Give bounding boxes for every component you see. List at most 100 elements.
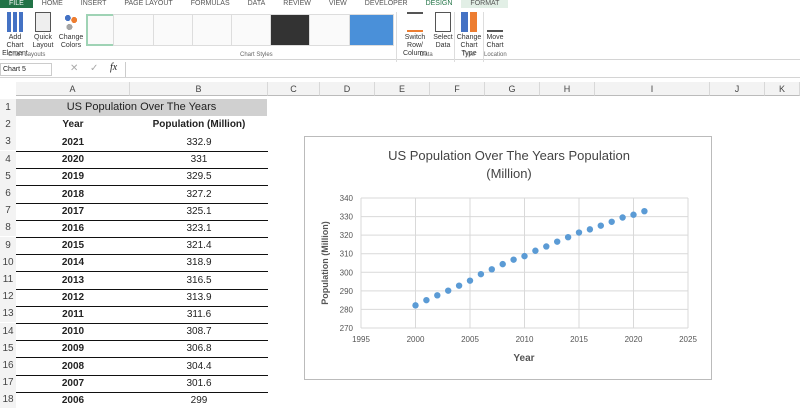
column-header-e[interactable]: E — [375, 82, 430, 96]
population-cell[interactable]: 318.9 — [130, 254, 268, 271]
row-header[interactable]: 1 — [0, 99, 16, 116]
data-point[interactable] — [543, 243, 550, 250]
row-header[interactable]: 5 — [0, 167, 16, 185]
row-header[interactable]: 11 — [0, 271, 16, 288]
data-point[interactable] — [521, 252, 528, 260]
header-year[interactable]: Year — [16, 116, 130, 133]
row-header[interactable]: 12 — [0, 288, 16, 306]
data-point[interactable] — [445, 287, 452, 294]
chart-title-line2[interactable]: (Million) — [486, 166, 532, 181]
data-point[interactable] — [575, 229, 583, 236]
column-header-j[interactable]: J — [710, 82, 765, 96]
chart-style-8[interactable] — [349, 14, 394, 46]
data-point[interactable] — [586, 226, 594, 233]
population-cell[interactable]: 311.6 — [130, 306, 268, 323]
chart-style-7[interactable] — [309, 14, 354, 46]
population-cell[interactable]: 301.6 — [130, 375, 268, 392]
data-point[interactable] — [532, 247, 539, 254]
change-colors-button[interactable]: Change Colors — [58, 12, 84, 50]
data-point[interactable] — [412, 302, 419, 309]
tab-design[interactable]: DESIGN — [416, 0, 462, 8]
chart-style-2[interactable] — [113, 14, 158, 46]
population-cell[interactable]: 331 — [130, 151, 268, 168]
data-point[interactable] — [434, 292, 441, 299]
row-header[interactable]: 16 — [0, 357, 16, 374]
year-cell[interactable]: 2007 — [16, 375, 130, 392]
move-chart-button[interactable]: Move Chart — [484, 12, 506, 50]
row-header[interactable]: 6 — [0, 185, 16, 202]
tab-developer[interactable]: DEVELOPER — [356, 0, 417, 8]
chart-title[interactable]: US Population Over The Years Population — [388, 148, 630, 163]
year-cell[interactable]: 2019 — [16, 168, 130, 185]
column-header-b[interactable]: B — [130, 82, 268, 96]
column-header-d[interactable]: D — [320, 82, 375, 96]
data-point[interactable] — [499, 260, 506, 268]
column-header-c[interactable]: C — [268, 82, 320, 96]
year-cell[interactable]: 2009 — [16, 340, 130, 357]
population-cell[interactable]: 332.9 — [130, 134, 268, 151]
row-header[interactable]: 7 — [0, 202, 16, 220]
row-header[interactable]: 3 — [0, 133, 16, 151]
column-header-h[interactable]: H — [540, 82, 595, 96]
population-cell[interactable]: 299 — [130, 392, 268, 409]
year-cell[interactable]: 2016 — [16, 220, 130, 237]
data-point[interactable] — [477, 270, 485, 278]
data-point[interactable] — [488, 266, 495, 273]
row-header[interactable]: 4 — [0, 150, 16, 168]
row-header[interactable]: 8 — [0, 219, 16, 237]
sheet-title-cell[interactable]: US Population Over The Years — [16, 99, 267, 116]
year-cell[interactable]: 2013 — [16, 272, 130, 289]
tab-page-layout[interactable]: PAGE LAYOUT — [115, 0, 181, 8]
tab-format[interactable]: FORMAT — [461, 0, 509, 8]
year-cell[interactable]: 2020 — [16, 151, 130, 168]
select-data-button[interactable]: Select Data — [432, 12, 454, 50]
population-cell[interactable]: 306.8 — [130, 340, 268, 357]
tab-file[interactable]: FILE — [0, 0, 33, 8]
data-point[interactable] — [510, 256, 517, 263]
data-point[interactable] — [455, 282, 463, 289]
data-point[interactable] — [597, 222, 604, 229]
population-cell[interactable]: 327.2 — [130, 186, 268, 203]
row-header[interactable]: 13 — [0, 305, 16, 323]
year-cell[interactable]: 2006 — [16, 392, 130, 409]
data-point[interactable] — [619, 214, 626, 221]
data-point[interactable] — [564, 233, 572, 241]
year-cell[interactable]: 2021 — [16, 134, 130, 151]
population-cell[interactable]: 316.5 — [130, 272, 268, 289]
column-header-k[interactable]: K — [765, 82, 800, 96]
data-point[interactable] — [641, 207, 648, 215]
data-point[interactable] — [554, 238, 561, 245]
row-header[interactable]: 18 — [0, 391, 16, 409]
data-point[interactable] — [423, 296, 430, 304]
year-cell[interactable]: 2018 — [16, 186, 130, 203]
year-cell[interactable]: 2017 — [16, 203, 130, 220]
function-icon[interactable]: fx — [110, 62, 117, 73]
row-header[interactable]: 9 — [0, 236, 16, 254]
header-population[interactable]: Population (Million) — [130, 116, 268, 133]
column-header-a[interactable]: A — [16, 82, 130, 96]
cancel-icon[interactable]: ✕ — [70, 63, 78, 74]
formula-input[interactable] — [125, 62, 800, 77]
population-cell[interactable]: 323.1 — [130, 220, 268, 237]
data-point[interactable] — [466, 277, 474, 284]
year-cell[interactable]: 2010 — [16, 323, 130, 340]
data-point[interactable] — [608, 218, 615, 225]
row-header[interactable]: 15 — [0, 339, 16, 357]
population-cell[interactable]: 329.5 — [130, 168, 268, 185]
year-cell[interactable]: 2011 — [16, 306, 130, 323]
row-header[interactable]: 10 — [0, 253, 16, 271]
population-cell[interactable]: 308.7 — [130, 323, 268, 340]
year-cell[interactable]: 2012 — [16, 289, 130, 306]
year-cell[interactable]: 2014 — [16, 254, 130, 271]
column-header-g[interactable]: G — [485, 82, 540, 96]
quick-layout-button[interactable]: Quick Layout — [30, 12, 56, 50]
population-cell[interactable]: 304.4 — [130, 358, 268, 375]
row-header[interactable]: 2 — [0, 116, 16, 134]
tab-insert[interactable]: INSERT — [72, 0, 116, 8]
column-header-f[interactable]: F — [430, 82, 485, 96]
tab-view[interactable]: VIEW — [320, 0, 356, 8]
name-box[interactable]: Chart 5 — [0, 63, 52, 76]
year-cell[interactable]: 2008 — [16, 358, 130, 375]
tab-review[interactable]: REVIEW — [274, 0, 320, 8]
row-header[interactable]: 14 — [0, 322, 16, 340]
